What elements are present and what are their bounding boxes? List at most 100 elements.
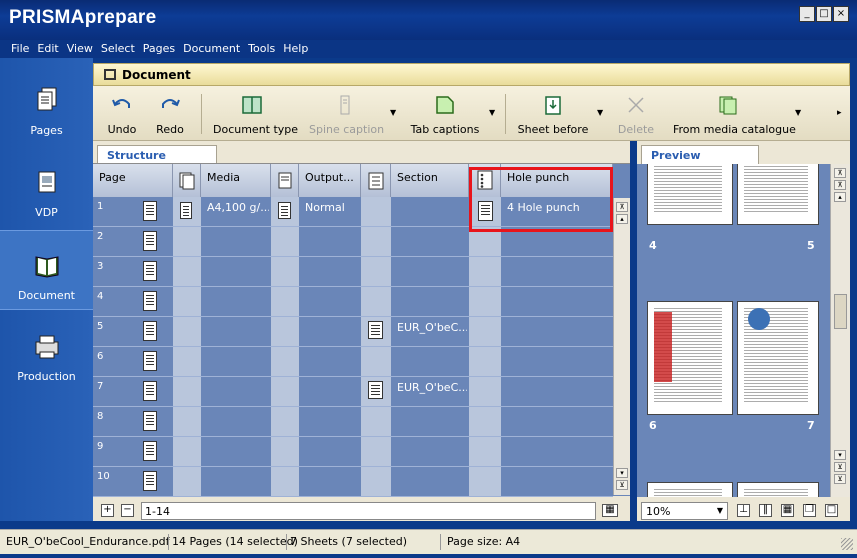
tab-preview[interactable]: Preview [641,145,759,164]
preview-scroll-down-icon[interactable]: ▾ [834,450,846,460]
table-row[interactable]: 9 [93,437,613,467]
column-header-output[interactable]: Output... [299,164,361,197]
fit-height-icon[interactable]: ‖ [759,504,772,517]
spine-caption-dropdown-icon[interactable]: ▼ [390,108,396,117]
page-number: 6 [97,351,104,362]
column-header-hole-punch[interactable]: Hole punch [501,164,613,197]
preview-panel: Preview 4 5 6 7 ⊼ ⊼ ▴ ▾ ⊻ ⊻ 10% ▼ ⊥ ‖ ▦ ❐… [637,141,850,521]
minimize-button[interactable]: _ [799,6,815,22]
table-row[interactable]: 8 [93,407,613,437]
single-page-icon[interactable]: □ [825,504,838,517]
scroll-up-icon[interactable]: ▴ [616,214,628,224]
scroll-bottom-icon[interactable]: ⊻ [616,480,628,490]
fit-width-icon[interactable]: ⊥ [737,504,750,517]
column-header-section[interactable]: Section [391,164,469,197]
menu-bar: File Edit View Select Pages Document Tools Help [0,40,857,58]
delete-button[interactable]: Delete [615,94,657,136]
undo-button[interactable]: Undo [107,94,137,136]
collapse-all-icon[interactable]: − [121,504,134,517]
table-row[interactable]: 4 [93,287,613,317]
page-icon [143,201,157,221]
structure-scrollbar[interactable]: ⊼ ▴ ▾ ⊻ [613,198,630,495]
table-row[interactable]: 10 [93,467,613,497]
page-thumbnail[interactable] [647,482,733,497]
grid-view-icon[interactable]: ▦ [602,504,618,517]
thumbnail-number: 6 [649,419,657,432]
preview-scroll-bottom-icon[interactable]: ⊻ [834,474,846,484]
tab-captions-button[interactable]: Tab captions [409,94,481,136]
table-row[interactable]: 2 [93,227,613,257]
media-catalogue-dropdown-icon[interactable]: ▼ [795,108,801,117]
preview-scroll-up-icon[interactable]: ▴ [834,192,846,202]
scroll-down-icon[interactable]: ▾ [616,468,628,478]
menu-document[interactable]: Document [179,40,244,55]
resize-grip-icon[interactable] [841,538,853,550]
page-range-field[interactable]: 1-14 [141,502,596,520]
output-icon [278,172,292,189]
preview-bottom-bar: 10% ▼ ⊥ ‖ ▦ ❐ □ [637,501,850,521]
page-thumbnail[interactable] [647,164,733,225]
zoom-select[interactable]: 10% ▼ [641,502,728,520]
output-cell[interactable]: Normal [305,201,359,214]
menu-pages[interactable]: Pages [139,40,179,55]
spine-caption-button[interactable]: Spine caption [309,94,384,136]
document-type-button[interactable]: Document type [213,94,298,136]
title-bar: PRISMAprepare _ □ × [0,0,857,40]
menu-help[interactable]: Help [279,40,312,55]
maximize-button[interactable]: □ [816,6,832,22]
page-thumbnail[interactable] [737,482,819,497]
structure-panel: Structure Page Media Output... Section H… [93,141,630,521]
thumbnail-grid-icon[interactable]: ▦ [781,504,794,517]
from-media-catalogue-button[interactable]: From media catalogue [673,94,796,136]
output-column-icon-header [271,164,299,197]
column-header-media[interactable]: Media [201,164,271,197]
menu-tools[interactable]: Tools [244,40,279,55]
section-cell[interactable]: EUR_O'beC... [397,381,467,394]
scroll-top-icon[interactable]: ⊼ [616,202,628,212]
preview-scroll-page-up-icon[interactable]: ⊼ [834,180,846,190]
menu-view[interactable]: View [63,40,97,55]
toolbar-overflow-icon[interactable]: ▸ [837,108,842,118]
menu-file[interactable]: File [0,40,33,55]
copy-view-icon[interactable]: ❐ [803,504,816,517]
menu-select[interactable]: Select [97,40,139,55]
preview-scroll-top-icon[interactable]: ⊼ [834,168,846,178]
tab-structure[interactable]: Structure [97,145,217,164]
preview-scroll-page-down-icon[interactable]: ⊻ [834,462,846,472]
section-cell[interactable]: EUR_O'beC... [397,321,467,334]
sheet-before-button[interactable]: Sheet before [517,94,589,136]
close-button[interactable]: × [833,6,849,22]
hole-punch-icon [478,201,493,221]
table-row[interactable]: 1 A4,100 g/... Normal 4 Hole punch [93,197,613,227]
thumbnail-number: 5 [807,239,815,252]
expand-all-icon[interactable]: + [101,504,114,517]
table-row[interactable]: 7 EUR_O'beC... [93,377,613,407]
page-icon [143,441,157,461]
nav-vdp[interactable]: VDP [0,148,93,228]
page-number: 4 [97,291,104,302]
redo-button[interactable]: Redo [153,94,187,136]
preview-scrollbar[interactable]: ⊼ ⊼ ▴ ▾ ⊻ ⊻ [830,164,850,497]
page-thumbnail[interactable] [737,301,819,415]
page-number: 1 [97,201,104,212]
hole-punch-cell[interactable]: 4 Hole punch [507,201,611,214]
menu-edit[interactable]: Edit [33,40,62,55]
nav-document[interactable]: Document [0,230,93,310]
page-thumbnail[interactable] [737,164,819,225]
sheet-before-dropdown-icon[interactable]: ▼ [597,108,603,117]
media-cell[interactable]: A4,100 g/... [207,201,269,214]
page-icon [143,231,157,251]
table-row[interactable]: 3 [93,257,613,287]
column-header-page[interactable]: Page [93,164,173,197]
tab-captions-dropdown-icon[interactable]: ▼ [489,108,495,117]
table-row[interactable]: 5 EUR_O'beC... [93,317,613,347]
page-thumbnail[interactable] [647,301,733,415]
page-number: 3 [97,261,104,272]
printer-icon [35,335,59,359]
nav-production[interactable]: Production [0,312,93,392]
nav-label-vdp: VDP [35,206,58,219]
table-row[interactable]: 6 [93,347,613,377]
nav-pages[interactable]: Pages [0,66,93,146]
preview-scroll-thumb[interactable] [834,294,847,329]
page-icon [143,471,157,491]
